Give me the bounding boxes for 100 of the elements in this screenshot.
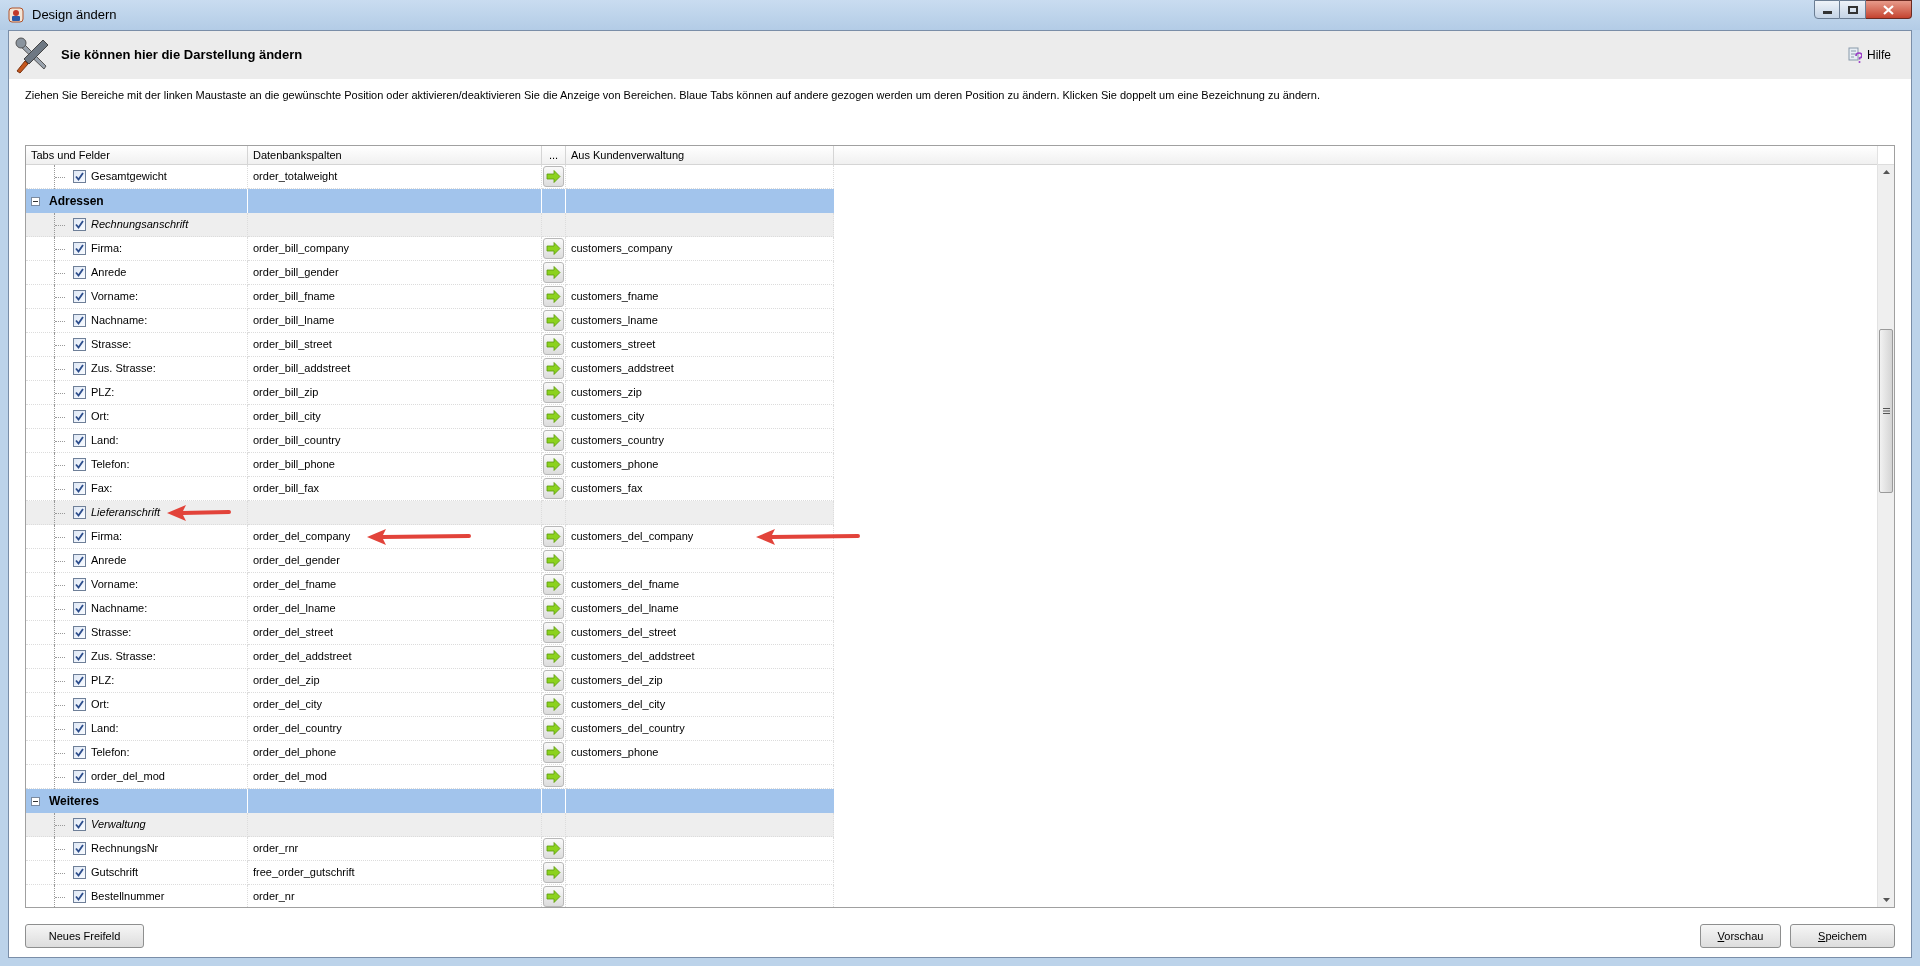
table-cell-text: customers_phone bbox=[571, 745, 659, 761]
checkbox[interactable] bbox=[73, 674, 86, 687]
table-cell-text: customers_zip bbox=[571, 385, 642, 401]
right-arrow-icon bbox=[546, 242, 561, 255]
right-arrow-icon bbox=[546, 362, 561, 375]
checkbox[interactable] bbox=[73, 170, 86, 183]
checkbox[interactable] bbox=[73, 506, 86, 519]
checkbox[interactable] bbox=[73, 842, 86, 855]
checkbox[interactable] bbox=[73, 698, 86, 711]
checkbox[interactable] bbox=[73, 314, 86, 327]
checkbox[interactable] bbox=[73, 530, 86, 543]
table-cell-text: order_del_zip bbox=[253, 673, 320, 689]
table-cell-text: customers_del_street bbox=[571, 625, 677, 641]
table-cell-text: order_del_addstreet bbox=[253, 649, 352, 665]
checkbox[interactable] bbox=[73, 722, 86, 735]
column-header[interactable]: ... bbox=[542, 146, 566, 164]
app-icon bbox=[8, 7, 24, 23]
checkmark-icon bbox=[75, 844, 84, 853]
right-arrow-icon bbox=[546, 746, 561, 759]
checkbox[interactable] bbox=[73, 770, 86, 783]
scrollbar-thumb[interactable] bbox=[1879, 329, 1893, 493]
field-label: Ort: bbox=[91, 409, 110, 425]
checkbox[interactable] bbox=[73, 818, 86, 831]
checkmark-icon bbox=[75, 340, 84, 349]
preview-button[interactable]: Vorschau bbox=[1700, 924, 1781, 948]
column-header[interactable]: Aus Kundenverwaltung bbox=[566, 146, 834, 164]
table-cell-text: order_bill_fname bbox=[253, 289, 335, 305]
help-button[interactable]: Hilfe bbox=[1848, 46, 1891, 64]
checkmark-icon bbox=[75, 364, 84, 373]
vertical-scrollbar[interactable] bbox=[1877, 146, 1894, 907]
right-arrow-icon bbox=[546, 458, 561, 471]
checkbox[interactable] bbox=[73, 290, 86, 303]
checkbox[interactable] bbox=[73, 410, 86, 423]
close-button[interactable] bbox=[1866, 0, 1912, 19]
field-label: PLZ: bbox=[91, 385, 115, 401]
field-label: Telefon: bbox=[91, 745, 130, 761]
column-header[interactable]: Datenbankspalten bbox=[248, 146, 542, 164]
checkmark-icon bbox=[75, 172, 84, 181]
checkbox[interactable] bbox=[73, 338, 86, 351]
maximize-button[interactable] bbox=[1840, 0, 1866, 19]
checkbox[interactable] bbox=[73, 866, 86, 879]
checkbox[interactable] bbox=[73, 434, 86, 447]
right-arrow-icon bbox=[546, 770, 561, 783]
checkbox[interactable] bbox=[73, 890, 86, 903]
checkbox[interactable] bbox=[73, 578, 86, 591]
help-icon bbox=[1848, 47, 1862, 63]
right-arrow-icon bbox=[546, 890, 561, 903]
table-cell-text: order_del_street bbox=[253, 625, 334, 641]
checkbox[interactable] bbox=[73, 266, 86, 279]
checkmark-icon bbox=[75, 868, 84, 877]
checkmark-icon bbox=[75, 580, 84, 589]
checkmark-icon bbox=[75, 700, 84, 709]
table-cell-text: customers_lname bbox=[571, 313, 658, 329]
field-label: RechnungsNr bbox=[91, 841, 159, 857]
checkmark-icon bbox=[75, 292, 84, 301]
field-label: Ort: bbox=[91, 697, 110, 713]
table-cell-text: order_bill_lname bbox=[253, 313, 335, 329]
table-cell-text: order_bill_zip bbox=[253, 385, 319, 401]
group-label: Verwaltung bbox=[91, 817, 146, 833]
checkmark-icon bbox=[75, 532, 84, 541]
right-arrow-icon bbox=[546, 674, 561, 687]
checkbox[interactable] bbox=[73, 650, 86, 663]
checkbox[interactable] bbox=[73, 362, 86, 375]
checkbox[interactable] bbox=[73, 242, 86, 255]
column-header[interactable]: Tabs und Felder bbox=[26, 146, 248, 164]
collapse-icon[interactable] bbox=[31, 796, 40, 806]
tab-label[interactable]: Adressen bbox=[49, 192, 104, 210]
checkbox[interactable] bbox=[73, 554, 86, 567]
collapse-icon[interactable] bbox=[31, 196, 40, 206]
checkbox[interactable] bbox=[73, 218, 86, 231]
checkmark-icon bbox=[75, 220, 84, 229]
scroll-down-icon[interactable] bbox=[1882, 898, 1890, 902]
table-cell-text: order_bill_addstreet bbox=[253, 361, 351, 377]
new-field-button[interactable]: Neues Freifeld bbox=[25, 924, 144, 948]
save-button[interactable]: Speichem bbox=[1790, 924, 1895, 948]
field-label: Anrede bbox=[91, 265, 127, 281]
checkbox[interactable] bbox=[73, 602, 86, 615]
field-label: Nachname: bbox=[91, 313, 148, 329]
instruction-text: Ziehen Sie Bereiche mit der linken Maustaste an die gewünschte Position oder aktivieren/deaktivieren Sie die Anzeige von Bereichen. Blaue Tabs können auf andere gezogen werden um deren Position zu ändern. Klicken Sie doppelt um eine Bezeichnung zu ändern. bbox=[24, 88, 1321, 103]
checkmark-icon bbox=[75, 724, 84, 733]
checkbox[interactable] bbox=[73, 746, 86, 759]
field-label: Zus. Strasse: bbox=[91, 361, 156, 377]
table-cell-text: order_bill_phone bbox=[253, 457, 335, 473]
field-label: Bestellnummer bbox=[91, 889, 165, 905]
table-cell-text: order_del_lname bbox=[253, 601, 336, 617]
table-cell-text: order_bill_gender bbox=[253, 265, 339, 281]
scroll-up-icon[interactable] bbox=[1882, 170, 1890, 174]
checkbox[interactable] bbox=[73, 386, 86, 399]
table-cell-text: customers_del_country bbox=[571, 721, 685, 737]
right-arrow-icon bbox=[546, 722, 561, 735]
minimize-button[interactable] bbox=[1814, 0, 1840, 19]
checkbox[interactable] bbox=[73, 482, 86, 495]
table-cell-text: customers_del_lname bbox=[571, 601, 679, 617]
checkbox[interactable] bbox=[73, 458, 86, 471]
tab-label[interactable]: Weiteres bbox=[49, 792, 99, 810]
table-cell-text: order_nr bbox=[253, 889, 295, 905]
table-cell-text: order_bill_company bbox=[253, 241, 349, 257]
field-label: Nachname: bbox=[91, 601, 148, 617]
checkmark-icon bbox=[75, 556, 84, 565]
checkbox[interactable] bbox=[73, 626, 86, 639]
